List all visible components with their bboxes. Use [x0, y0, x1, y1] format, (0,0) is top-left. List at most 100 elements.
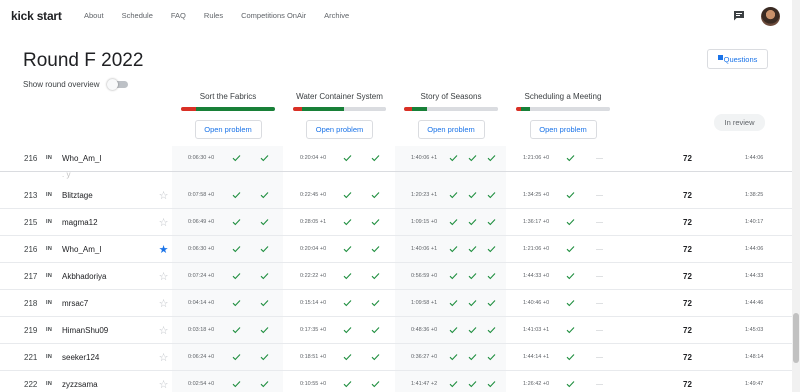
check-icon	[566, 344, 575, 370]
solve-time: 1:44:14 +1	[523, 354, 550, 360]
check-icon	[487, 145, 496, 171]
open-problem-button[interactable]: Open problem	[417, 120, 485, 139]
total-score: 72	[683, 153, 692, 163]
contestant-name[interactable]: seeker124	[62, 344, 99, 370]
table-row[interactable]: 219 IN HimanShu09 ☆ 0:03:18 +0 0:17:35 +0 0:48…	[0, 317, 792, 344]
check-icon	[343, 344, 352, 370]
check-icon	[468, 145, 477, 171]
contestant-name[interactable]: Akbhadoriya	[62, 263, 106, 289]
contestant-name[interactable]: Who_Am_I	[62, 145, 102, 171]
nav-link-competitions-onair[interactable]: Competitions OnAir	[241, 11, 306, 20]
check-icon	[449, 182, 458, 208]
star-icon[interactable]: ☆	[158, 263, 169, 289]
rank: 218	[24, 298, 38, 308]
check-icon	[566, 182, 575, 208]
open-problem-button[interactable]: Open problem	[529, 120, 597, 139]
total-score: 72	[683, 352, 692, 362]
contestant-name[interactable]: Who_Am_I	[62, 236, 102, 262]
check-icon	[232, 209, 241, 235]
penalty-time: 1:44:06	[745, 246, 764, 252]
rank: 216	[24, 244, 38, 254]
check-icon	[371, 263, 380, 289]
kickstart-logo[interactable]: kick start	[11, 9, 62, 23]
questions-label: Questions	[723, 54, 758, 64]
check-icon	[260, 182, 269, 208]
check-icon	[449, 236, 458, 262]
unsolved-dash: —	[596, 299, 603, 307]
solve-time: 1:26:42 +0	[523, 381, 550, 387]
progress-segment-grey	[530, 107, 610, 111]
show-round-overview-label: Show round overview	[23, 80, 100, 89]
solve-time: 0:06:49 +0	[188, 219, 215, 225]
nav-link-rules[interactable]: Rules	[204, 11, 223, 20]
nav-link-archive[interactable]: Archive	[324, 11, 349, 20]
check-icon	[449, 263, 458, 289]
solve-time: 0:17:35 +0	[300, 327, 327, 333]
check-icon	[487, 317, 496, 343]
top-navigation: kick start About Schedule FAQ Rules Comp…	[0, 0, 792, 32]
table-row[interactable]: 216 IN Who_Am_I ★ 0:06:30 +0 0:20:04 +0 1:40:0…	[0, 236, 792, 263]
solve-time: 0:22:22 +0	[300, 273, 327, 279]
check-icon	[232, 344, 241, 370]
check-icon	[566, 236, 575, 262]
solve-time: 0:03:18 +0	[188, 327, 215, 333]
table-row[interactable]: 218 IN mrsac7 ☆ 0:04:14 +0 0:15:14 +0 1:09:58 …	[0, 290, 792, 317]
check-icon	[343, 263, 352, 289]
open-problem-button[interactable]: Open problem	[194, 120, 262, 139]
pinned-user-row[interactable]: 216 IN Who_Am_I 0:06:30 +0 0:20:04 +0 1:40:06…	[0, 145, 792, 172]
open-problem-button[interactable]: Open problem	[306, 120, 373, 139]
solve-time: 1:36:17 +0	[523, 219, 550, 225]
check-icon	[232, 371, 241, 392]
table-row[interactable]: 213 IN Blitztage ☆ 0:07:58 +0 0:22:45 +0 1:20:…	[0, 182, 792, 209]
table-row[interactable]: 215 IN magma12 ☆ 0:06:49 +0 0:28:05 +1 1:09:15…	[0, 209, 792, 236]
check-icon	[487, 371, 496, 392]
nav-link-faq[interactable]: FAQ	[171, 11, 186, 20]
star-icon[interactable]: ★	[158, 236, 169, 262]
nav-link-schedule[interactable]: Schedule	[122, 11, 153, 20]
table-row[interactable]: 217 IN Akbhadoriya ☆ 0:07:24 +0 0:22:22 +0 0:5…	[0, 263, 792, 290]
contestant-name[interactable]: magma12	[62, 209, 98, 235]
unsolved-dash: —	[596, 353, 603, 361]
chat-icon[interactable]	[733, 10, 745, 21]
user-avatar[interactable]	[761, 7, 780, 26]
penalty-time: 1:38:25	[745, 192, 764, 198]
problem-title: Sort the Fabrics	[199, 92, 257, 101]
star-icon[interactable]: ☆	[158, 371, 169, 392]
progress-segment-grey	[426, 107, 498, 111]
check-icon	[260, 209, 269, 235]
table-row[interactable]: 221 IN seeker124 ☆ 0:06:24 +0 0:18:51 +0 0:36:…	[0, 344, 792, 371]
page-scrollbar[interactable]	[792, 0, 800, 392]
star-icon[interactable]: ☆	[158, 182, 169, 208]
rank: 213	[24, 190, 38, 200]
solve-time: 0:06:30 +0	[188, 155, 215, 161]
star-icon[interactable]: ☆	[158, 317, 169, 343]
contestant-name[interactable]: zyzzsama	[62, 371, 98, 392]
table-row[interactable]: 222 IN zyzzsama ☆ 0:02:54 +0 0:10:55 +0 1:41:4…	[0, 371, 792, 392]
contestant-name[interactable]: HimanShu09	[62, 317, 108, 343]
star-icon[interactable]: ☆	[158, 290, 169, 316]
penalty-time: 1:48:14	[745, 354, 764, 360]
check-icon	[260, 145, 269, 171]
penalty-time: 1:44:46	[745, 300, 764, 306]
check-icon	[487, 344, 496, 370]
check-icon	[449, 344, 458, 370]
star-icon[interactable]: ☆	[158, 344, 169, 370]
check-icon	[371, 371, 380, 392]
nav-link-about[interactable]: About	[84, 11, 104, 20]
progress-segment-red	[293, 107, 303, 111]
questions-button[interactable]: Questions	[707, 49, 768, 69]
scrollbar-thumb[interactable]	[793, 313, 799, 363]
check-icon	[343, 290, 352, 316]
star-icon[interactable]: ☆	[158, 209, 169, 235]
check-icon	[260, 371, 269, 392]
rank: 222	[24, 379, 38, 389]
contestant-name[interactable]: Blitztage	[62, 182, 93, 208]
round-overview-toggle[interactable]	[107, 79, 128, 90]
check-icon	[232, 290, 241, 316]
contestant-name[interactable]: mrsac7	[62, 290, 88, 316]
unsolved-dash: —	[596, 380, 603, 388]
total-score: 72	[683, 325, 692, 335]
check-icon	[343, 317, 352, 343]
check-icon	[468, 236, 477, 262]
check-icon	[468, 371, 477, 392]
